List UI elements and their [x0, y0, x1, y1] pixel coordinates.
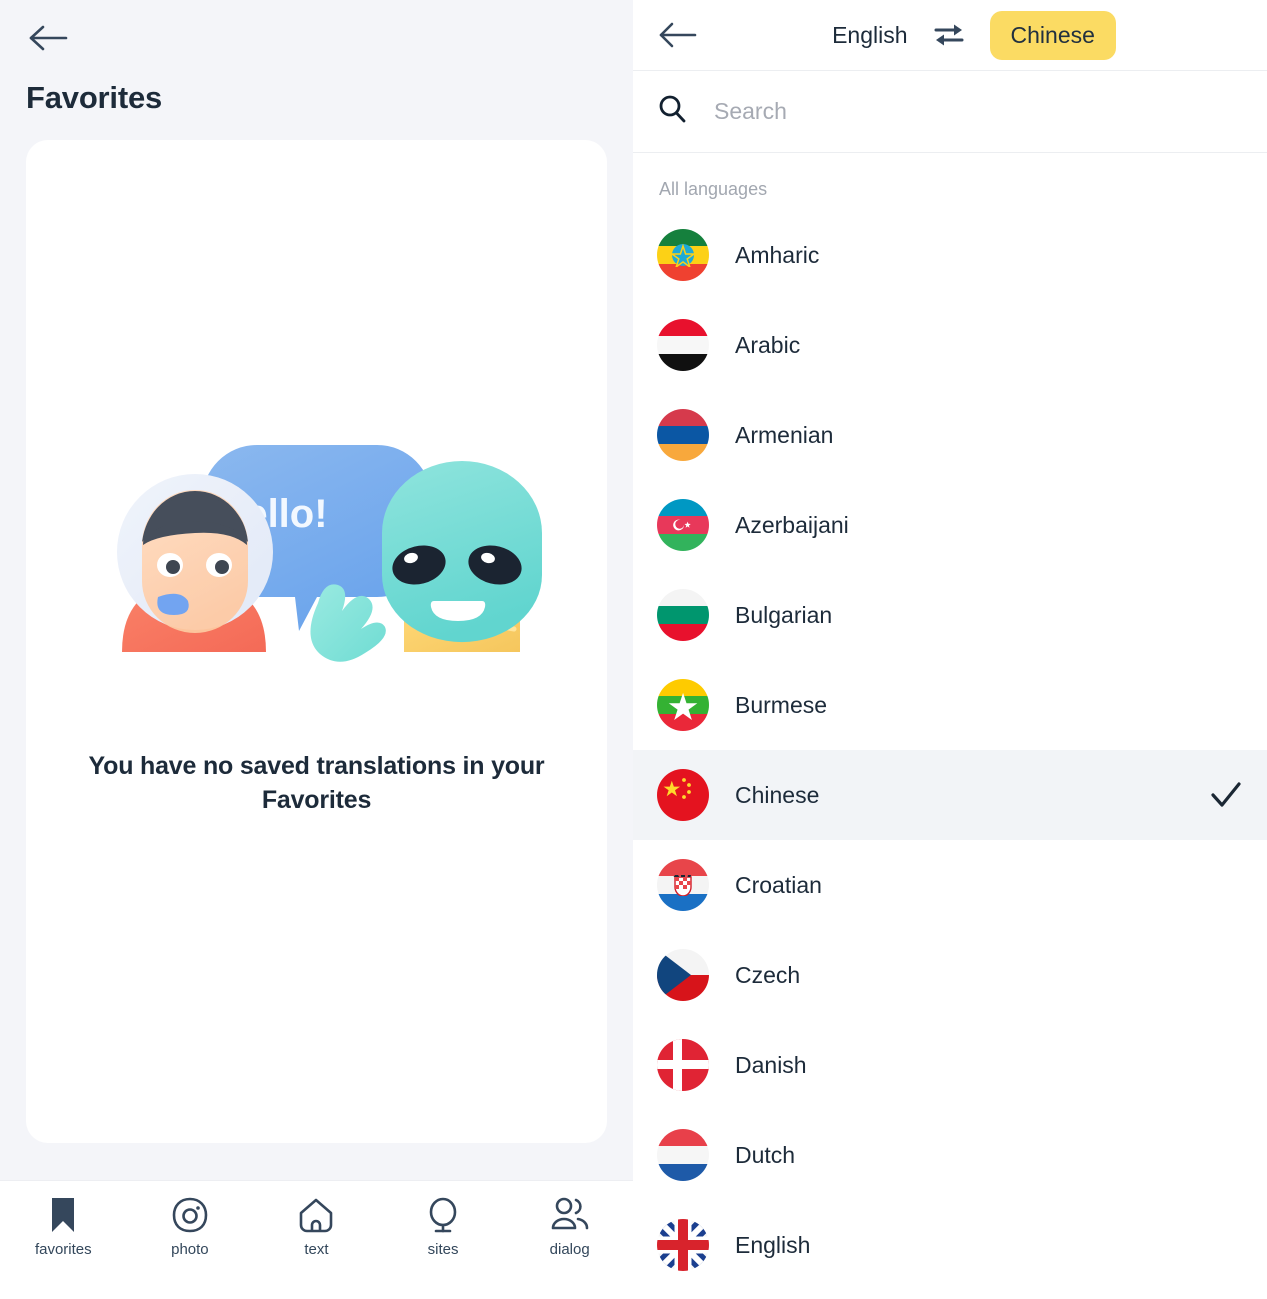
language-header: English Chinese: [633, 0, 1267, 71]
flag-croatia-icon: [657, 859, 709, 911]
flag-netherlands-icon: [657, 1129, 709, 1181]
language-picker-pane: English Chinese Search All languages Amh…: [633, 0, 1267, 1299]
flag-uk-icon: [657, 1219, 709, 1271]
language-row-dutch[interactable]: Dutch: [633, 1110, 1267, 1200]
nav-label-text: text: [304, 1241, 329, 1258]
language-name: Croatian: [735, 871, 822, 898]
language-row-chinese[interactable]: Chinese: [633, 750, 1267, 840]
language-name: Dutch: [735, 1141, 796, 1168]
people-icon: [550, 1195, 590, 1235]
language-list[interactable]: Amharic Arabic Armenian Azerbaijani Bulg…: [633, 210, 1267, 1299]
language-name: English: [735, 1231, 811, 1258]
flag-china-icon: [657, 769, 709, 821]
language-name: Danish: [735, 1051, 807, 1078]
language-name: Arabic: [735, 331, 801, 358]
arrow-left-icon: [659, 22, 697, 48]
search-bar: [633, 71, 1267, 153]
flag-bulgaria-icon: [657, 589, 709, 641]
back-button-languages[interactable]: [657, 11, 705, 59]
search-icon: [657, 94, 687, 129]
nav-item-sites[interactable]: sites: [388, 1195, 498, 1258]
nav-label-dialog: dialog: [549, 1241, 590, 1258]
swap-arrows-icon[interactable]: [932, 20, 966, 50]
bottom-navigation: favorites photo text sites dialog: [0, 1180, 633, 1299]
check-icon: [1209, 778, 1243, 812]
target-language-button[interactable]: Chinese: [989, 10, 1116, 60]
astronaut-character: [116, 473, 273, 652]
nav-label-photo: photo: [171, 1241, 209, 1258]
language-row-english[interactable]: English: [633, 1200, 1267, 1290]
language-pair: English Chinese: [705, 10, 1243, 60]
source-language-button[interactable]: English: [832, 22, 907, 49]
favorites-pane: Favorites Hello! You have no saved trans…: [0, 0, 633, 1299]
flag-azerbaijan-icon: [657, 499, 709, 551]
language-name: Amharic: [735, 241, 820, 268]
language-row-armenian[interactable]: Armenian: [633, 390, 1267, 480]
camera-icon: [171, 1195, 209, 1235]
globe-icon: [424, 1195, 462, 1235]
flag-armenia-icon: [657, 409, 709, 461]
app-screen: Favorites Hello! You have no saved trans…: [0, 0, 1267, 1299]
all-languages-label: All languages: [659, 179, 768, 199]
bookmark-icon: [48, 1195, 78, 1235]
flag-yemen-icon: [657, 319, 709, 371]
nav-item-photo[interactable]: photo: [135, 1195, 245, 1258]
language-row-azerbaijani[interactable]: Azerbaijani: [633, 480, 1267, 570]
language-row-croatian[interactable]: Croatian: [633, 840, 1267, 930]
language-name: Bulgarian: [735, 601, 833, 628]
empty-state-message: You have no saved translations in your F…: [88, 751, 545, 814]
flag-czech-icon: [657, 949, 709, 1001]
language-name: Czech: [735, 961, 801, 988]
nav-label-favorites: favorites: [34, 1241, 92, 1258]
language-name: Burmese: [735, 691, 828, 718]
language-row-bulgarian[interactable]: Bulgarian: [633, 570, 1267, 660]
nav-item-favorites[interactable]: favorites: [8, 1195, 118, 1258]
language-name: Chinese: [735, 781, 820, 808]
arrow-left-icon: [29, 25, 68, 51]
favorites-empty-card: Hello! You have no saved translations in…: [26, 140, 607, 1143]
language-row-arabic[interactable]: Arabic: [633, 300, 1267, 390]
astronaut-alien-greeting-illustration: Hello!: [82, 437, 552, 707]
language-name: Armenian: [735, 421, 834, 448]
language-row-czech[interactable]: Czech: [633, 930, 1267, 1020]
nav-item-text[interactable]: text: [261, 1195, 371, 1258]
language-row-amharic[interactable]: Amharic: [633, 210, 1267, 300]
language-row-burmese[interactable]: Burmese: [633, 660, 1267, 750]
language-row-danish[interactable]: Danish: [633, 1020, 1267, 1110]
page-title: Favorites: [26, 80, 163, 115]
house-text-icon: [297, 1195, 335, 1235]
flag-myanmar-icon: [657, 679, 709, 731]
search-input[interactable]: [714, 98, 1243, 125]
flag-denmark-icon: [657, 1039, 709, 1091]
back-button[interactable]: [26, 10, 82, 66]
nav-label-sites: sites: [427, 1241, 459, 1258]
nav-item-dialog[interactable]: dialog: [515, 1195, 625, 1258]
language-name: Azerbaijani: [735, 511, 849, 538]
alien-character: [381, 460, 542, 652]
favorites-header: Favorites: [0, 0, 633, 116]
flag-ethiopia-icon: [657, 229, 709, 281]
